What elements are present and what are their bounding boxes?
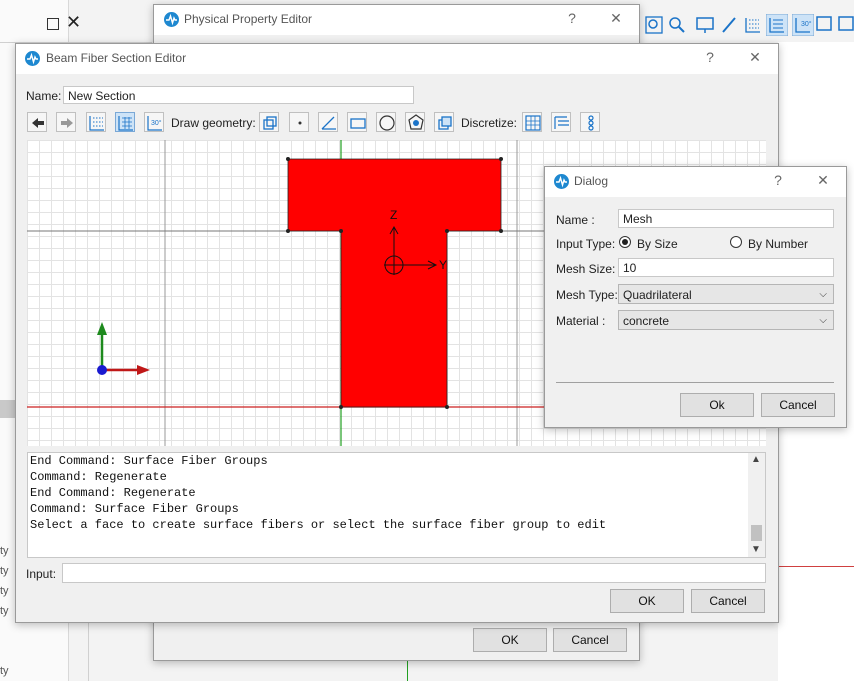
- mesh-type-value: Quadrilateral: [623, 288, 692, 302]
- side-label: ty: [0, 665, 9, 677]
- close-panel-icon[interactable]: ✕: [66, 12, 81, 33]
- side-label: ty: [0, 565, 9, 577]
- console-line: Command: Surface Fiber Groups: [30, 502, 239, 516]
- material-value: concrete: [623, 314, 670, 328]
- window-title: Physical Property Editor: [184, 12, 313, 26]
- draw-polygon-button[interactable]: [405, 112, 425, 132]
- zoom-icon[interactable]: [668, 16, 686, 34]
- titlebar: Beam Fiber Section Editor ? ✕: [16, 44, 778, 74]
- t-section-shape[interactable]: [287, 158, 502, 408]
- close-button[interactable]: ✕: [813, 172, 833, 189]
- scroll-down-icon[interactable]: ▼: [751, 544, 761, 555]
- side-label: ty: [0, 585, 9, 597]
- red-axis-line: [778, 566, 854, 567]
- console-line: End Command: Regenerate: [30, 486, 196, 500]
- redo-button[interactable]: [56, 112, 76, 132]
- left-panel-selection: [0, 400, 16, 418]
- undo-button[interactable]: [27, 112, 47, 132]
- draw-region-button[interactable]: [434, 112, 454, 132]
- draw-geometry-label: Draw geometry:: [171, 116, 256, 130]
- by-number-radio[interactable]: [730, 236, 742, 248]
- close-button[interactable]: ✕: [745, 49, 765, 66]
- window-icon[interactable]: [816, 16, 834, 34]
- command-console: End Command: Surface Fiber Groups Comman…: [27, 452, 766, 558]
- dialog-cancel-button[interactable]: Cancel: [761, 393, 835, 417]
- grid-icon[interactable]: [766, 14, 788, 36]
- chevron-down-icon: ⌵: [819, 315, 827, 326]
- section-name-input[interactable]: New Section: [63, 86, 414, 104]
- mesh-name-label: Name :: [556, 213, 595, 227]
- mesh-size-label: Mesh Size:: [556, 262, 616, 276]
- help-button[interactable]: ?: [700, 49, 720, 65]
- axis-z-label: Z: [390, 208, 398, 222]
- svg-text:30°: 30°: [801, 20, 812, 28]
- draw-line-button[interactable]: [318, 112, 338, 132]
- draw-rectangle-button[interactable]: [347, 112, 367, 132]
- axis-y-label: Y: [439, 258, 448, 272]
- titlebar: Dialog ? ✕: [545, 167, 846, 197]
- help-button[interactable]: ?: [562, 10, 582, 26]
- grid-dots-button[interactable]: [86, 112, 106, 132]
- triad-origin: [97, 365, 107, 375]
- side-label: ty: [0, 545, 9, 557]
- dialog-divider: [556, 382, 834, 383]
- scroll-up-icon[interactable]: ▲: [751, 454, 761, 465]
- viewport-divider: [88, 620, 89, 681]
- zoom-fit-icon[interactable]: [645, 16, 663, 34]
- mesh-size-input[interactable]: 10: [618, 258, 834, 277]
- cancel-button[interactable]: Cancel: [553, 628, 627, 652]
- titlebar: Physical Property Editor ? ✕: [154, 5, 639, 35]
- by-size-label[interactable]: By Size: [637, 237, 678, 251]
- expand-icon[interactable]: [838, 16, 854, 34]
- triad-x-head: [137, 365, 150, 375]
- discretize-layer-button[interactable]: [551, 112, 571, 132]
- dialog-ok-button[interactable]: Ok: [680, 393, 754, 417]
- restore-window-icon[interactable]: [47, 18, 59, 30]
- input-type-label: Input Type:: [556, 237, 616, 251]
- material-label: Material :: [556, 314, 606, 328]
- monitor-icon[interactable]: [696, 16, 714, 34]
- chevron-down-icon: ⌵: [819, 289, 827, 300]
- triad-y-head: [97, 322, 107, 335]
- console-line: Command: Regenerate: [30, 470, 167, 484]
- by-number-label[interactable]: By Number: [748, 237, 808, 251]
- name-label: Name:: [26, 89, 62, 103]
- command-input[interactable]: [62, 563, 766, 583]
- mesh-type-label: Mesh Type:: [556, 288, 618, 302]
- app-logo-icon: [164, 12, 179, 27]
- measure-icon[interactable]: [720, 16, 738, 34]
- dialog-title: Dialog: [574, 174, 609, 188]
- console-line: End Command: Surface Fiber Groups: [30, 454, 268, 468]
- by-size-radio[interactable]: [619, 236, 631, 248]
- input-label: Input:: [26, 567, 57, 581]
- mesh-type-select[interactable]: Quadrilateral ⌵: [618, 284, 834, 304]
- grid-dots-icon[interactable]: [744, 16, 762, 34]
- discretize-points-button[interactable]: [580, 112, 600, 132]
- mesh-name-input[interactable]: Mesh: [618, 209, 834, 228]
- app-logo-icon: [554, 174, 569, 189]
- angle-snap-icon[interactable]: 30°: [792, 14, 814, 36]
- console-scrollbar[interactable]: ▲ ▼: [748, 453, 765, 557]
- top-toolbar: 30°: [640, 6, 854, 40]
- draw-point-button[interactable]: [289, 112, 309, 132]
- material-select[interactable]: concrete ⌵: [618, 310, 834, 330]
- draw-box-button[interactable]: [259, 112, 279, 132]
- svg-text:30°: 30°: [151, 119, 162, 127]
- app-logo-icon: [25, 51, 40, 66]
- console-line: Select a face to create surface fibers o…: [30, 518, 607, 532]
- ok-button[interactable]: OK: [610, 589, 684, 613]
- angle-snap-button[interactable]: 30°: [144, 112, 164, 132]
- close-button[interactable]: ✕: [606, 10, 626, 27]
- window-title: Beam Fiber Section Editor: [46, 51, 187, 65]
- discretize-mesh-button[interactable]: [522, 112, 542, 132]
- help-button[interactable]: ?: [768, 172, 788, 188]
- grid-snap-button[interactable]: [115, 112, 135, 132]
- draw-circle-button[interactable]: [376, 112, 396, 132]
- green-axis-line: [407, 660, 408, 681]
- side-label: ty: [0, 605, 9, 617]
- scroll-thumb[interactable]: [751, 525, 762, 541]
- discretize-label: Discretize:: [461, 116, 518, 130]
- ok-button[interactable]: OK: [473, 628, 547, 652]
- cancel-button[interactable]: Cancel: [691, 589, 765, 613]
